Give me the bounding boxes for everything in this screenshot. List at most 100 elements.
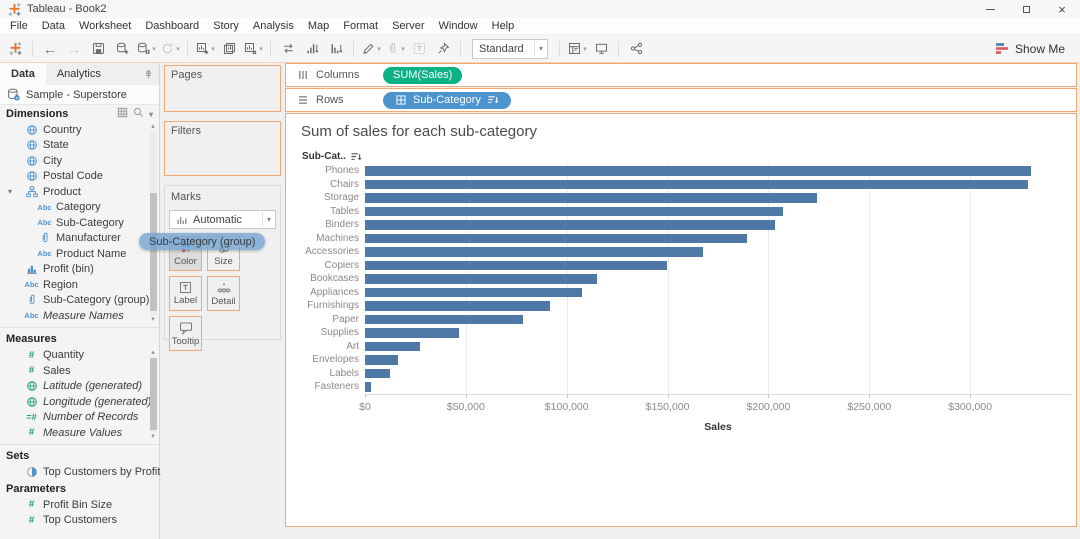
forward-button[interactable]: →: [63, 38, 85, 60]
scroll-down-icon[interactable]: ▾: [151, 432, 155, 441]
rows-shelf[interactable]: Rows Sub-Category: [285, 88, 1077, 112]
bar-bookcases[interactable]: [365, 274, 597, 284]
bar-accessories[interactable]: [365, 247, 703, 257]
menu-server[interactable]: Server: [385, 20, 431, 32]
expander-caret-icon[interactable]: ▾: [8, 187, 12, 196]
bar-envelopes[interactable]: [365, 355, 399, 365]
find-field-icon[interactable]: [133, 107, 144, 121]
fit-mode-select[interactable]: Standard ▾: [472, 38, 548, 59]
bar-copiers[interactable]: [365, 260, 667, 270]
field-sales[interactable]: # Sales: [0, 363, 159, 379]
pane-pin-icon[interactable]: [143, 63, 159, 85]
scrollbar-thumb[interactable]: [149, 193, 157, 311]
field-city[interactable]: City: [0, 153, 159, 169]
scroll-down-icon[interactable]: ▾: [151, 315, 155, 324]
field-category[interactable]: Abc Category: [0, 200, 159, 216]
tooltip-mark-button[interactable]: Tooltip: [169, 316, 202, 351]
menu-format[interactable]: Format: [336, 20, 385, 32]
pill-sum-sales[interactable]: SUM(Sales): [383, 66, 463, 84]
scrollbar[interactable]: ▴ ▾: [148, 122, 158, 324]
bar-chairs[interactable]: [365, 179, 1028, 189]
parameter-profit-bin-size[interactable]: # Profit Bin Size: [0, 497, 159, 513]
menu-map[interactable]: Map: [301, 20, 336, 32]
duplicate-sheet-button[interactable]: [218, 38, 240, 60]
scroll-up-icon[interactable]: ▴: [151, 122, 155, 131]
share-workbook-button[interactable]: [625, 38, 647, 60]
pill-sub-category[interactable]: Sub-Category: [383, 91, 511, 109]
scrollbar-track[interactable]: [149, 131, 157, 315]
field-sub-category[interactable]: Abc Sub-Category: [0, 215, 159, 231]
sheet-title[interactable]: Sum of sales for each sub-category: [301, 123, 537, 140]
view-as-grid-icon[interactable]: [117, 107, 128, 121]
scroll-up-icon[interactable]: ▴: [151, 348, 155, 357]
menu-analysis[interactable]: Analysis: [246, 20, 301, 32]
bar-supplies[interactable]: [365, 328, 460, 338]
bar-fasteners[interactable]: [365, 382, 372, 392]
back-button[interactable]: ←: [39, 38, 61, 60]
highlight-button[interactable]: ▾: [360, 38, 382, 60]
mark-type-selector[interactable]: Automatic ▾: [169, 210, 276, 229]
row-field-header[interactable]: Sub-Cat..: [302, 151, 364, 162]
show-me-button[interactable]: Show Me: [995, 42, 1065, 56]
refresh-button[interactable]: ▾: [159, 38, 181, 60]
new-worksheet-button[interactable]: ▾: [194, 38, 216, 60]
minimize-button[interactable]: [972, 0, 1008, 18]
field-state[interactable]: State: [0, 138, 159, 154]
field-longitude-generated[interactable]: Longitude (generated): [0, 394, 159, 410]
show-hide-cards-button[interactable]: ▾: [566, 38, 588, 60]
field-country[interactable]: Country: [0, 122, 159, 138]
filters-shelf[interactable]: Filters: [164, 121, 281, 176]
swap-rows-columns-button[interactable]: [277, 38, 299, 60]
field-product-name[interactable]: Abc Product Name: [0, 246, 159, 262]
field-quantity[interactable]: # Quantity: [0, 348, 159, 364]
columns-shelf[interactable]: Columns SUM(Sales): [285, 63, 1077, 87]
field-product[interactable]: ▾ Product: [0, 184, 159, 200]
data-source-connection[interactable]: Sample - Superstore: [0, 85, 159, 105]
label-mark-button[interactable]: Label: [169, 276, 202, 311]
fix-axes-button[interactable]: [432, 38, 454, 60]
field-manufacturer[interactable]: Manufacturer: [0, 231, 159, 247]
field-measure-names[interactable]: Abc Measure Names: [0, 308, 159, 324]
pause-updates-button[interactable]: ▾: [135, 38, 157, 60]
bar-furnishings[interactable]: [365, 301, 550, 311]
close-button[interactable]: ×: [1044, 0, 1080, 18]
bar-art[interactable]: [365, 341, 420, 351]
field-number-of-records[interactable]: =# Number of Records: [0, 410, 159, 426]
bar-labels[interactable]: [365, 368, 391, 378]
bar-appliances[interactable]: [365, 287, 582, 297]
show-mark-labels-button[interactable]: [408, 38, 430, 60]
menu-worksheet[interactable]: Worksheet: [72, 20, 138, 32]
field-region[interactable]: Abc Region: [0, 277, 159, 293]
field-profit-bin[interactable]: Profit (bin): [0, 262, 159, 278]
bar-storage[interactable]: [365, 193, 817, 203]
parameter-top-customers[interactable]: # Top Customers: [0, 513, 159, 529]
sort-descending-button[interactable]: [325, 38, 347, 60]
detail-mark-button[interactable]: Detail: [207, 276, 240, 311]
bar-phones[interactable]: [365, 166, 1031, 176]
presentation-mode-button[interactable]: [590, 38, 612, 60]
bar-paper[interactable]: [365, 314, 524, 324]
scrollbar-track[interactable]: [149, 356, 157, 432]
menu-help[interactable]: Help: [485, 20, 522, 32]
menu-file[interactable]: File: [3, 20, 35, 32]
menu-data[interactable]: Data: [35, 20, 72, 32]
sort-ascending-button[interactable]: [301, 38, 323, 60]
dragged-pill-sub-category-group[interactable]: Sub-Category (group): [139, 233, 266, 250]
clear-sheet-button[interactable]: ▾: [242, 38, 264, 60]
menu-dashboard[interactable]: Dashboard: [138, 20, 206, 32]
group-members-button[interactable]: ▾: [384, 38, 406, 60]
scrollbar[interactable]: ▴ ▾: [148, 348, 158, 441]
menu-story[interactable]: Story: [206, 20, 246, 32]
save-button[interactable]: [87, 38, 109, 60]
bar-binders[interactable]: [365, 220, 776, 230]
field-measure-values[interactable]: # Measure Values: [0, 425, 159, 441]
scrollbar-thumb[interactable]: [149, 358, 157, 430]
restore-button[interactable]: [1008, 0, 1044, 18]
menu-window[interactable]: Window: [432, 20, 485, 32]
bar-machines[interactable]: [365, 233, 747, 243]
pages-shelf[interactable]: Pages: [164, 65, 281, 112]
pane-menu-icon[interactable]: ▾: [149, 108, 153, 120]
field-postal-code[interactable]: Postal Code: [0, 169, 159, 185]
field-latitude-generated[interactable]: Latitude (generated): [0, 379, 159, 395]
tab-analytics[interactable]: Analytics: [46, 63, 112, 85]
